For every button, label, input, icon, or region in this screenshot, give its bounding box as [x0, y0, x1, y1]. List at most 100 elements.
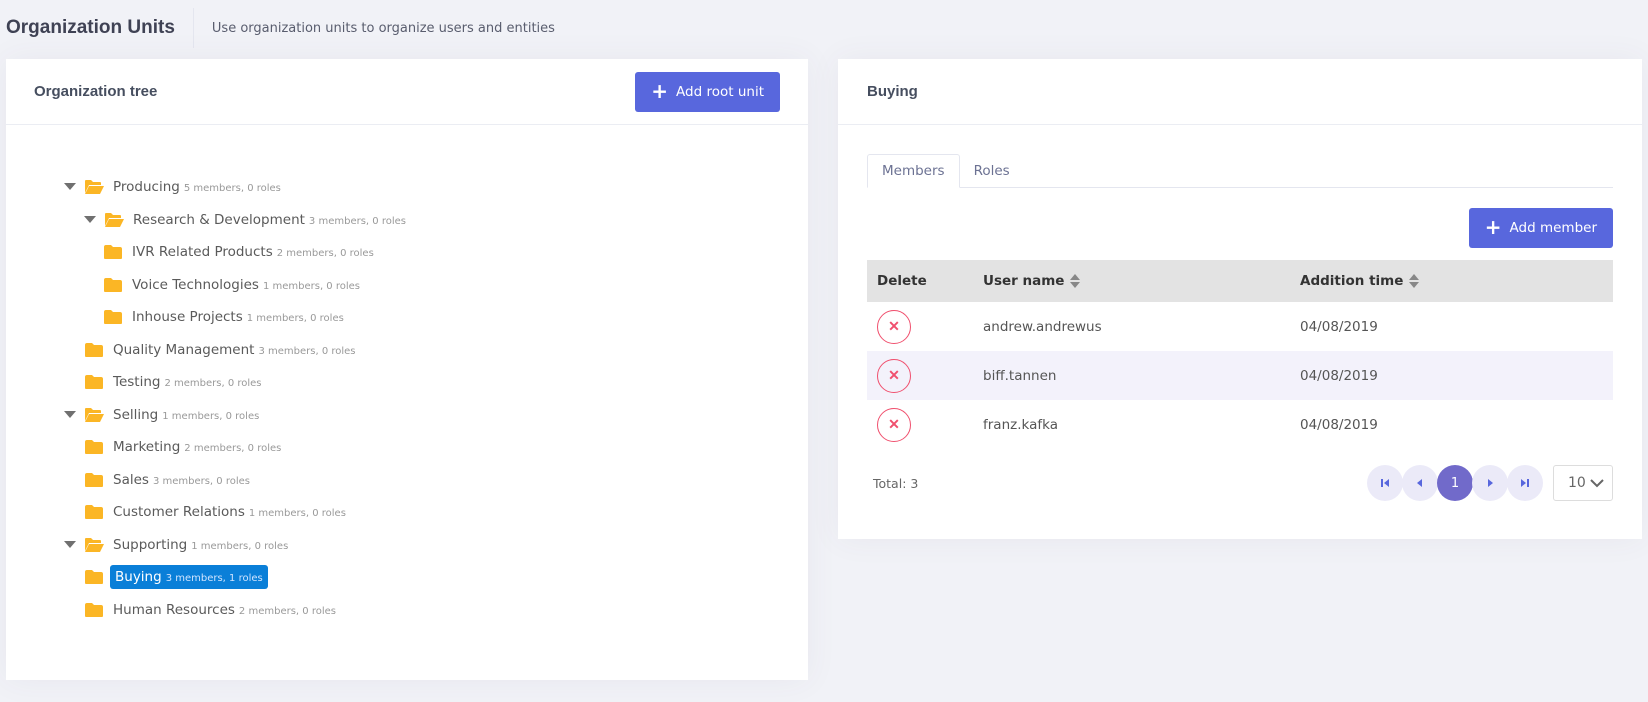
tree-node[interactable]: Quality Management 3 members, 0 roles [6, 334, 808, 367]
page-title: Organization Units [6, 17, 175, 38]
page-description: Use organization units to organize users… [211, 20, 555, 36]
tab-roles[interactable]: Roles [960, 154, 1024, 187]
total-count: Total: 3 [873, 475, 919, 491]
page-1-button[interactable]: 1 [1437, 465, 1473, 501]
folder-open-icon [84, 179, 104, 195]
node-meta: 1 members, 0 roles [262, 280, 360, 292]
tree-node[interactable]: Human Resources 2 members, 0 roles [6, 594, 808, 627]
tree-node-label[interactable]: Sales 3 members, 0 roles [110, 470, 253, 490]
sort-icon[interactable] [1409, 274, 1420, 288]
detail-card-title: Buying [867, 83, 918, 100]
tree-node-label[interactable]: Human Resources 2 members, 0 roles [110, 600, 339, 620]
folder-icon [84, 374, 104, 390]
folder-icon [103, 244, 123, 260]
tree-node[interactable]: Buying 3 members, 1 roles [6, 561, 808, 594]
add-root-unit-button[interactable]: + Add root unit [635, 71, 780, 112]
detail-card-header: Buying [838, 59, 1642, 125]
tree-node[interactable]: Testing 2 members, 0 roles [6, 366, 808, 399]
tree-node[interactable]: IVR Related Products 2 members, 0 roles [6, 236, 808, 269]
close-icon: ✕ [888, 416, 900, 432]
folder-icon [103, 277, 123, 293]
tree-node-label[interactable]: Buying 3 members, 1 roles [110, 565, 268, 590]
last-page-button[interactable] [1507, 465, 1543, 501]
node-meta: 5 members, 0 roles [183, 183, 281, 195]
delete-member-button[interactable]: ✕ [877, 309, 911, 344]
tree-node[interactable]: Customer Relations 1 members, 0 roles [6, 496, 808, 529]
tree-node-label[interactable]: Customer Relations 1 members, 0 roles [110, 502, 349, 522]
node-meta: 2 members, 0 roles [164, 378, 262, 390]
caret-down-icon[interactable] [64, 540, 76, 549]
tree-node[interactable]: Producing 5 members, 0 roles [6, 171, 808, 204]
node-name: Sales [113, 471, 149, 488]
node-meta: 2 members, 0 roles [238, 605, 336, 617]
node-meta: 3 members, 1 roles [165, 573, 263, 585]
tree-node[interactable]: Voice Technologies 1 members, 0 roles [6, 269, 808, 302]
next-page-button[interactable] [1472, 465, 1508, 501]
node-meta: 2 members, 0 roles [276, 248, 374, 260]
tree-node-label[interactable]: Voice Technologies 1 members, 0 roles [129, 275, 363, 295]
previous-page-icon [1417, 479, 1422, 487]
subheader: Organization Units Use organization unit… [0, 0, 1648, 56]
tree-node-label[interactable]: Supporting 1 members, 0 roles [110, 535, 291, 555]
addition-time-cell: 04/08/2019 [1300, 318, 1378, 335]
tree-node[interactable]: Marketing 2 members, 0 roles [6, 431, 808, 464]
first-page-button[interactable] [1367, 465, 1403, 501]
addition-time-cell: 04/08/2019 [1300, 416, 1378, 433]
node-name: Human Resources [113, 601, 235, 618]
add-root-unit-label: Add root unit [676, 83, 764, 100]
delete-member-button[interactable]: ✕ [877, 407, 911, 442]
tree-node[interactable]: Selling 1 members, 0 roles [6, 399, 808, 432]
node-name: Testing [113, 374, 161, 391]
last-page-icon [1521, 479, 1529, 487]
caret-down-icon[interactable] [64, 410, 76, 419]
folder-icon [84, 569, 104, 585]
close-icon: ✕ [888, 367, 900, 383]
node-meta: 3 members, 0 roles [258, 345, 356, 357]
tree-node-label[interactable]: Testing 2 members, 0 roles [110, 372, 265, 392]
table-header-row: Delete User name Addition time [867, 260, 1613, 302]
tree-node-label[interactable]: Producing 5 members, 0 roles [110, 177, 284, 197]
tree-node-label[interactable]: Inhouse Projects 1 members, 0 roles [129, 307, 347, 327]
tree-node[interactable]: Supporting 1 members, 0 roles [6, 529, 808, 562]
column-user-name[interactable]: User name [973, 260, 1290, 302]
caret-down-icon[interactable] [64, 183, 76, 191]
column-addition-time[interactable]: Addition time [1290, 260, 1613, 302]
node-meta: 1 members, 0 roles [191, 540, 289, 552]
tab-members[interactable]: Members [867, 154, 960, 188]
tree-card-header: Organization tree + Add root unit [6, 59, 808, 125]
tree-node-label[interactable]: IVR Related Products 2 members, 0 roles [129, 242, 377, 262]
node-name: Voice Technologies [132, 276, 259, 293]
plus-icon: + [651, 78, 669, 103]
folder-icon [84, 602, 104, 618]
folder-open-icon [104, 212, 124, 228]
page-size-select[interactable]: 10 [1553, 465, 1613, 501]
add-member-label: Add member [1509, 220, 1597, 236]
column-delete: Delete [877, 273, 927, 289]
tree-node[interactable]: Research & Development 3 members, 0 roles [6, 204, 808, 237]
tree-node[interactable]: Sales 3 members, 0 roles [6, 464, 808, 497]
node-name: Supporting [113, 536, 188, 553]
user-name-cell: biff.tannen [983, 367, 1057, 384]
node-name: Inhouse Projects [132, 309, 243, 326]
title-separator [192, 8, 194, 48]
tree-node-label[interactable]: Selling 1 members, 0 roles [110, 405, 262, 425]
node-name: Research & Development [133, 211, 305, 228]
caret-down-icon[interactable] [84, 215, 96, 224]
previous-page-button[interactable] [1402, 465, 1438, 501]
delete-member-button[interactable]: ✕ [877, 358, 911, 393]
folder-icon [84, 439, 104, 455]
tree-node-label[interactable]: Research & Development 3 members, 0 roles [130, 210, 409, 230]
next-page-icon [1488, 479, 1493, 487]
node-meta: 1 members, 0 roles [162, 410, 260, 422]
tree-node[interactable]: Inhouse Projects 1 members, 0 roles [6, 301, 808, 334]
tree-node-label[interactable]: Quality Management 3 members, 0 roles [110, 340, 359, 360]
table-row: ✕ biff.tannen 04/08/2019 [867, 351, 1613, 400]
tree-node-label[interactable]: Marketing 2 members, 0 roles [110, 437, 284, 457]
add-member-button[interactable]: + Add member [1468, 208, 1613, 248]
node-name: Quality Management [113, 341, 255, 358]
sort-icon[interactable] [1070, 274, 1081, 288]
folder-open-icon [84, 537, 104, 553]
close-icon: ✕ [888, 318, 900, 334]
first-page-icon [1381, 479, 1389, 487]
node-meta: 3 members, 0 roles [152, 475, 250, 487]
